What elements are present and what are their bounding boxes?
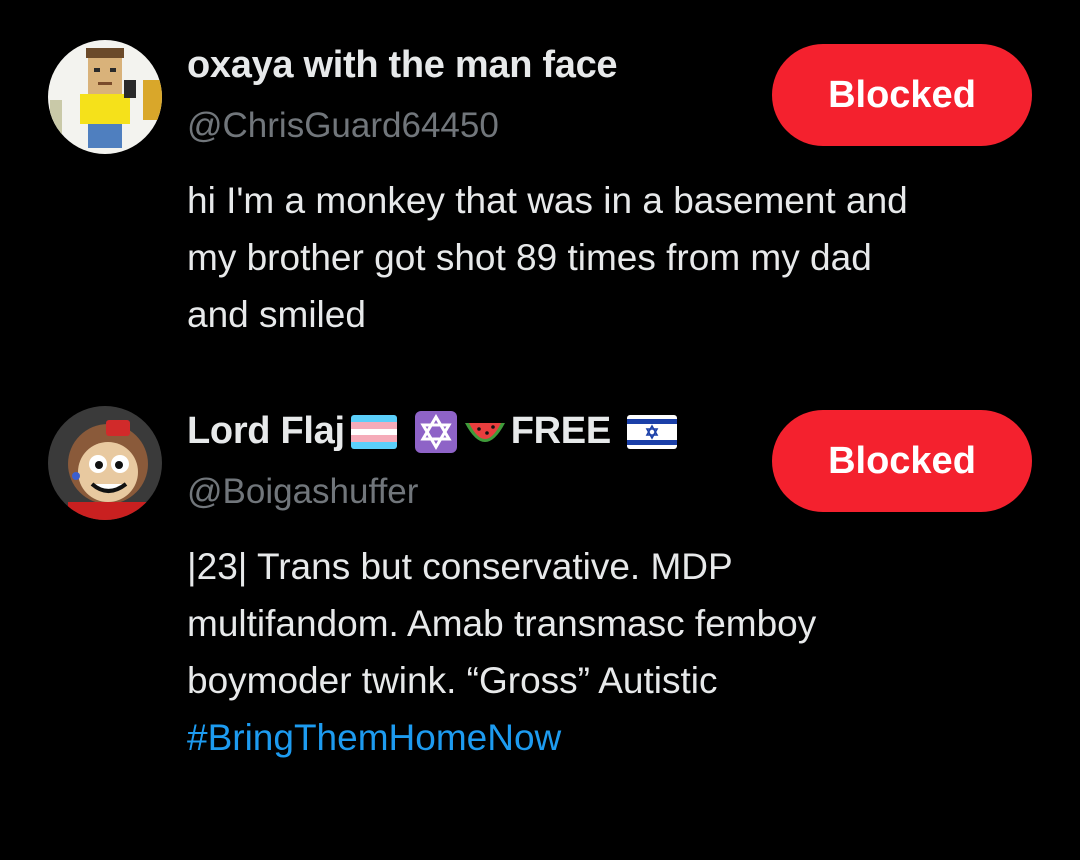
avatar[interactable]	[48, 40, 162, 154]
user-handle[interactable]: @Boigashuffer	[187, 472, 418, 512]
bio-line: multifandom. Amab transmasc femboy	[187, 603, 817, 644]
bio-line: boymoder twink. “Gross” Autistic	[187, 660, 718, 701]
avatar[interactable]	[48, 406, 162, 520]
israel-flag-icon	[626, 414, 677, 449]
star-of-david-icon	[414, 410, 457, 453]
bio-line: |23| Trans but conservative. MDP	[187, 546, 733, 587]
blocked-button[interactable]: Blocked	[772, 44, 1032, 146]
bio-line: my brother got shot 89 times from my dad	[187, 237, 872, 278]
blocked-button[interactable]: Blocked	[772, 410, 1032, 512]
display-name-text: Lord Flaj	[187, 410, 345, 452]
user-bio: hi I'm a monkey that was in a basement a…	[187, 172, 1047, 343]
display-name[interactable]: Lord Flaj FREE	[187, 410, 677, 453]
user-bio: |23| Trans but conservative. MDP multifa…	[187, 538, 1047, 766]
user-handle[interactable]: @ChrisGuard64450	[187, 106, 499, 146]
bio-line: and smiled	[187, 294, 366, 335]
transgender-flag-icon	[350, 414, 397, 449]
watermelon-icon	[463, 415, 507, 449]
hashtag-link[interactable]: #BringThemHomeNow	[187, 709, 1047, 766]
display-name-suffix: FREE	[510, 410, 611, 452]
display-name[interactable]: oxaya with the man face	[187, 44, 618, 87]
bio-line: hi I'm a monkey that was in a basement a…	[187, 180, 908, 221]
user-list: oxaya with the man face @ChrisGuard64450…	[0, 0, 1080, 860]
